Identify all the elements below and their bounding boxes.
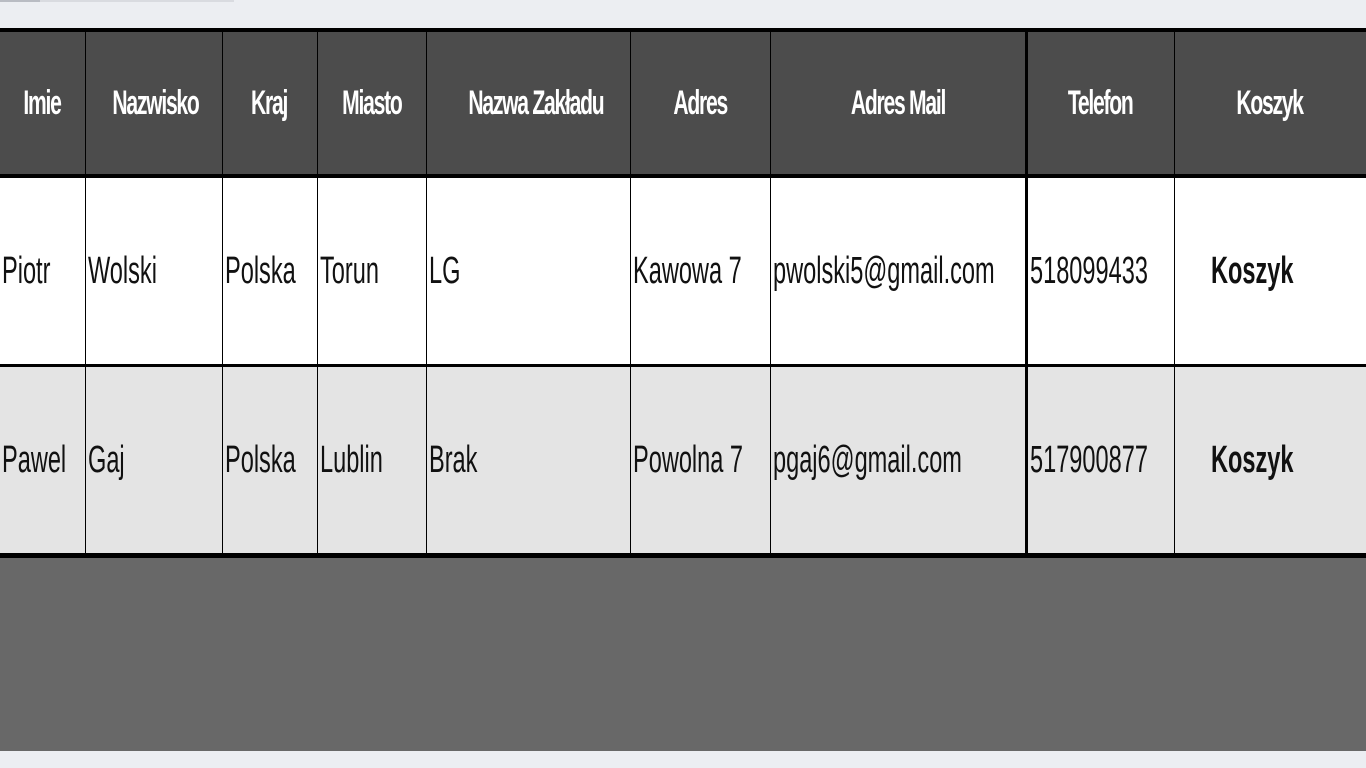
cell-zaklad: LG [426,176,631,367]
header-koszyk: Koszyk [1174,32,1366,178]
header-telefon: Telefon [1024,32,1175,178]
cell-zaklad: Brak [426,365,631,558]
cell-miasto: Lublin [317,365,427,558]
header-kraj: Kraj [222,32,318,178]
table-header-row: Imie Nazwisko Kraj Miasto Nazwa Zakładu … [0,32,1366,178]
top-toolbar-strip [0,0,1366,28]
clients-table: Imie Nazwisko Kraj Miasto Nazwa Zakładu … [0,32,1366,558]
cell-telefon: 518099433 [1024,176,1175,367]
cell-adres: Powolna 7 [630,365,771,558]
cell-adres: Kawowa 7 [630,176,771,367]
koszyk-link[interactable]: Koszyk [1174,365,1366,558]
cell-mail: pwolski5@gmail.com [770,176,1027,367]
cell-imie: Piotr [0,176,86,367]
header-imie: Imie [0,32,86,178]
cell-nazwisko: Gaj [85,365,223,558]
cell-miasto: Torun [317,176,427,367]
header-nazwisko: Nazwisko [85,32,223,178]
header-miasto: Miasto [317,32,427,178]
table-row: Piotr Wolski Polska Torun LG Kawowa 7 pw… [0,176,1366,367]
cell-kraj: Polska [222,365,318,558]
cell-nazwisko: Wolski [85,176,223,367]
header-nazwa-zakladu: Nazwa Zakładu [426,32,631,178]
bottom-strip [0,751,1366,768]
cell-imie: Pawel [0,365,86,558]
cell-telefon: 517900877 [1024,365,1175,558]
table-row: Pawel Gaj Polska Lublin Brak Powolna 7 p… [0,365,1366,558]
tab-indicator [0,0,40,2]
clients-table-container: Imie Nazwisko Kraj Miasto Nazwa Zakładu … [0,28,1366,751]
cell-mail: pgaj6@gmail.com [770,365,1027,558]
cell-kraj: Polska [222,176,318,367]
koszyk-link[interactable]: Koszyk [1174,176,1366,367]
header-adres: Adres [630,32,771,178]
header-adres-mail: Adres Mail [770,32,1027,178]
